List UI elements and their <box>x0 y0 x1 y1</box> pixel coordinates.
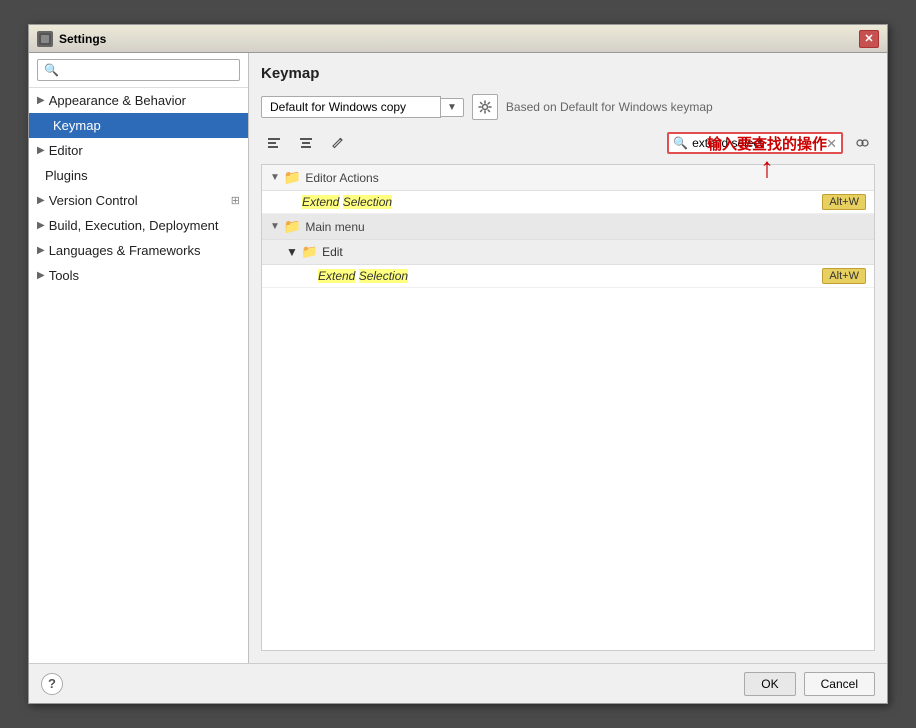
search-clear-button[interactable]: ✕ <box>826 137 837 150</box>
gear-icon-button[interactable] <box>472 94 498 120</box>
sidebar-search-input[interactable] <box>37 59 240 81</box>
sidebar-item-version-control[interactable]: ▶ Version Control ⊞ <box>29 188 248 213</box>
section-title: Keymap <box>261 65 875 82</box>
window-body: ▶ Appearance & Behavior Keymap ▶ Editor … <box>29 53 887 663</box>
highlight-extend-2: Extend <box>318 269 355 283</box>
pencil-icon <box>331 136 345 150</box>
expand-arrow-languages: ▶ <box>37 245 45 256</box>
keymap-header: Default for Windows copy ▼ Based on Defa… <box>261 94 875 120</box>
editor-actions-label: Editor Actions <box>305 171 378 185</box>
expand-arrow-build: ▶ <box>37 220 45 231</box>
find-usages-button[interactable] <box>849 130 875 156</box>
shortcut-badge-2: Alt+W <box>822 268 866 284</box>
keymap-dropdown-container: Default for Windows copy ▼ <box>261 96 464 118</box>
main-menu-label: Main menu <box>305 220 364 234</box>
shortcut-badge-1: Alt+W <box>822 194 866 210</box>
settings-window-icon <box>37 31 53 47</box>
align-left-button[interactable] <box>261 131 287 155</box>
version-control-icon: ⊞ <box>231 194 240 207</box>
settings-window: Settings ✕ ▶ Appearance & Behavior Keyma… <box>28 24 888 704</box>
sidebar-item-tools[interactable]: ▶ Tools <box>29 263 248 288</box>
chevron-edit: ▼ <box>286 245 298 259</box>
expand-arrow-version-control: ▶ <box>37 195 45 206</box>
highlight-selection-2: Selection <box>359 269 408 283</box>
align-left-icon <box>267 136 281 150</box>
title-bar-left: Settings <box>37 31 106 47</box>
tree-group-main-menu: ▼ 📁 Main menu ▼ 📁 Edit Extend Selection <box>262 214 874 288</box>
title-bar: Settings ✕ <box>29 25 887 53</box>
edit-subgroup-label: Edit <box>322 245 343 259</box>
sidebar-item-appearance[interactable]: ▶ Appearance & Behavior <box>29 88 248 113</box>
sidebar-search <box>29 53 248 88</box>
tree-group-header-main-menu[interactable]: ▼ 📁 Main menu <box>262 214 874 240</box>
align-center-button[interactable] <box>293 131 319 155</box>
binoculars-icon <box>855 136 869 150</box>
tree-item-extend-selection-2[interactable]: Extend Selection Alt+W <box>262 265 874 288</box>
chevron-editor-actions: ▼ <box>270 172 280 183</box>
sidebar-item-languages[interactable]: ▶ Languages & Frameworks <box>29 238 248 263</box>
highlight-extend: Extend <box>302 195 339 209</box>
main-content: Keymap Default for Windows copy ▼ Based … <box>249 53 887 663</box>
tree-item-extend-selection-1[interactable]: Extend Selection Alt+W <box>262 191 874 214</box>
search-box: 🔍 ✕ <box>667 132 843 154</box>
sidebar-item-plugins[interactable]: Plugins <box>29 163 248 188</box>
ok-button[interactable]: OK <box>744 672 795 696</box>
main-menu-icon: 📁 <box>284 218 301 235</box>
keymap-toolbar: 🔍 ✕ <box>261 130 875 156</box>
sidebar-item-label-version-control: Version Control <box>49 193 138 208</box>
search-icon: 🔍 <box>673 136 688 150</box>
keymap-info: Based on Default for Windows keymap <box>506 100 713 114</box>
align-center-icon <box>299 136 313 150</box>
bottom-bar: ? OK Cancel <box>29 663 887 703</box>
window-title: Settings <box>59 32 106 46</box>
tree-group-editor-actions: ▼ 📁 Editor Actions Extend Selection Alt+… <box>262 165 874 214</box>
sidebar-item-label-languages: Languages & Frameworks <box>49 243 201 258</box>
dropdown-arrow-button[interactable]: ▼ <box>441 98 464 117</box>
sidebar-item-build[interactable]: ▶ Build, Execution, Deployment <box>29 213 248 238</box>
expand-arrow-appearance: ▶ <box>37 95 45 106</box>
search-input[interactable] <box>692 136 822 150</box>
sidebar-item-label-tools: Tools <box>49 268 79 283</box>
sidebar-item-label-appearance: Appearance & Behavior <box>49 93 186 108</box>
editor-actions-icon: 📁 <box>284 169 301 186</box>
sidebar-item-label-keymap: Keymap <box>53 118 101 133</box>
close-button[interactable]: ✕ <box>859 30 879 48</box>
edit-subgroup-icon: 📁 <box>302 244 318 260</box>
help-button[interactable]: ? <box>41 673 63 695</box>
sub-group-header-edit[interactable]: ▼ 📁 Edit <box>262 240 874 265</box>
tree-item-name-extend-selection-1: Extend Selection <box>302 195 822 209</box>
expand-arrow-tools: ▶ <box>37 270 45 281</box>
chevron-main-menu: ▼ <box>270 221 280 232</box>
sidebar-items: ▶ Appearance & Behavior Keymap ▶ Editor … <box>29 88 248 663</box>
keymap-select[interactable]: Default for Windows copy <box>261 96 441 118</box>
expand-arrow-editor: ▶ <box>37 145 45 156</box>
bottom-buttons: OK Cancel <box>744 672 875 696</box>
edit-button[interactable] <box>325 131 351 155</box>
cancel-button[interactable]: Cancel <box>804 672 875 696</box>
tree-item-name-extend-selection-2: Extend Selection <box>318 269 822 283</box>
sidebar: ▶ Appearance & Behavior Keymap ▶ Editor … <box>29 53 249 663</box>
tree-group-header-editor-actions[interactable]: ▼ 📁 Editor Actions <box>262 165 874 191</box>
sidebar-item-editor[interactable]: ▶ Editor <box>29 138 248 163</box>
gear-icon <box>478 100 492 114</box>
highlight-selection: Selection <box>343 195 392 209</box>
sidebar-item-label-editor: Editor <box>49 143 83 158</box>
sidebar-item-label-build: Build, Execution, Deployment <box>49 218 219 233</box>
sidebar-item-keymap[interactable]: Keymap <box>29 113 248 138</box>
sidebar-item-label-plugins: Plugins <box>45 168 88 183</box>
help-icon: ? <box>48 676 56 691</box>
tree-container[interactable]: ▼ 📁 Editor Actions Extend Selection Alt+… <box>261 164 875 651</box>
